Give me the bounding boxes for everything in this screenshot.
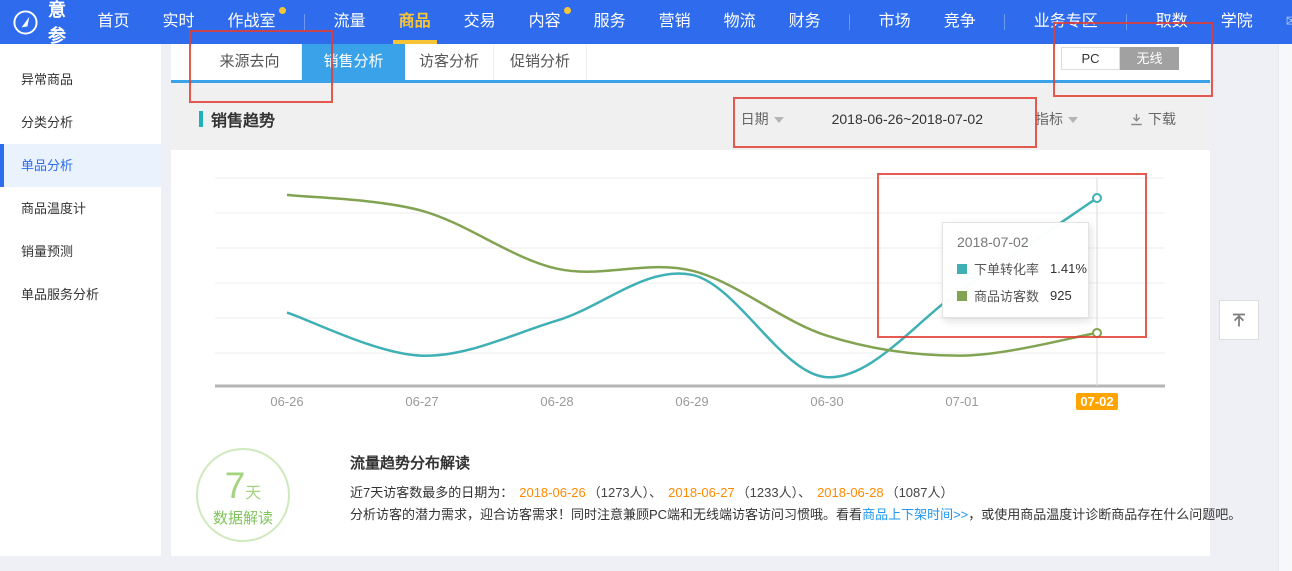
chart-header-band: 销售趋势 日期 2018-06-26~2018-07-02 指标 下载: [171, 83, 1210, 150]
tab-0[interactable]: 来源去向: [198, 44, 302, 80]
nav-menu: 首页实时作战室流量商品交易内容服务营销物流财务市场竞争业务专区取数学院✉消息: [81, 0, 1292, 44]
nav-item-7[interactable]: 内容: [512, 0, 577, 44]
sidebar-item-5[interactable]: 销量预测: [0, 230, 161, 273]
top-date-1[interactable]: 2018-06-27: [668, 485, 735, 500]
nav-item-16[interactable]: 业务专区: [1017, 0, 1114, 44]
nav-item-8[interactable]: 服务: [577, 0, 642, 44]
envelope-icon: ✉: [1286, 0, 1292, 44]
nav-item-19[interactable]: 学院: [1204, 0, 1269, 44]
tab-bar: 来源去向销售分析访客分析促销分析: [171, 44, 1210, 80]
x-tick-06-30[interactable]: 06-30: [792, 394, 862, 409]
nav-item-18[interactable]: 取数: [1139, 0, 1204, 44]
tooltip-date: 2018-07-02: [957, 234, 1074, 250]
date-range-value[interactable]: 2018-06-26~2018-07-02: [832, 111, 983, 127]
nav-item-14[interactable]: 竞争: [927, 0, 992, 44]
tab-1[interactable]: 销售分析: [302, 44, 405, 80]
toggle-wireless[interactable]: 无线: [1120, 47, 1179, 70]
active-nav-underline: [393, 40, 437, 44]
sidebar-item-2[interactable]: 分类分析: [0, 101, 161, 144]
nav-item-10[interactable]: 物流: [707, 0, 772, 44]
sidebar-item-6[interactable]: 单品服务分析: [0, 273, 161, 316]
notification-dot: [564, 7, 571, 14]
section-title-text: 销售趋势: [211, 107, 275, 131]
nav-item-13[interactable]: 市场: [862, 0, 927, 44]
back-to-top-button[interactable]: [1219, 300, 1259, 340]
nav-divider: [849, 14, 850, 30]
series-endpoint-1: [1093, 329, 1101, 337]
shelf-time-link[interactable]: 商品上下架时间>>: [862, 507, 968, 522]
nav-item-2[interactable]: 作战室: [211, 0, 292, 44]
arrow-to-top-icon: [1230, 311, 1248, 329]
section-title: 销售趋势: [199, 107, 275, 131]
x-tick-06-29[interactable]: 06-29: [657, 394, 727, 409]
nav-item-20[interactable]: ✉消息: [1269, 0, 1292, 44]
chevron-down-icon: [1068, 117, 1078, 123]
nav-item-4[interactable]: 流量: [317, 0, 382, 44]
top-nav: 生意参谋 首页实时作战室流量商品交易内容服务营销物流财务市场竞争业务专区取数学院…: [0, 0, 1292, 44]
tab-3[interactable]: 促销分析: [494, 44, 587, 80]
badge-number: 7: [225, 465, 246, 506]
legend-swatch: [957, 291, 967, 301]
nav-divider: [1126, 14, 1127, 30]
notification-dot: [279, 7, 286, 14]
insight-title: 流量趋势分布解读: [350, 452, 470, 473]
badge-subtitle: 数据解读: [198, 507, 288, 528]
download-icon: [1130, 113, 1143, 126]
nav-item-11[interactable]: 财务: [772, 0, 837, 44]
seven-day-badge: 7天 数据解读: [196, 448, 290, 542]
metric-dropdown[interactable]: 指标: [1035, 109, 1078, 129]
series-endpoint-0: [1093, 194, 1101, 202]
brand-name: 生意参谋: [48, 0, 67, 74]
tooltip-row-0: 下单转化率1.41%: [957, 259, 1074, 278]
insight-section: 7天 数据解读 流量趋势分布解读 近7天访客数最多的日期为：2018-06-26…: [171, 430, 1210, 556]
nav-item-9[interactable]: 营销: [642, 0, 707, 44]
top-date-2[interactable]: 2018-06-28: [817, 485, 884, 500]
main-content: 来源去向销售分析访客分析促销分析 PC无线 销售趋势 日期 2018-06-26…: [171, 44, 1210, 556]
compass-logo-icon: [12, 9, 39, 36]
x-tick-07-02[interactable]: 07-02: [1076, 393, 1118, 410]
sidebar-item-3[interactable]: 单品分析: [0, 144, 161, 187]
nav-divider: [1004, 14, 1005, 30]
badge-unit: 天: [245, 485, 261, 502]
business-advisor-app: 生意参谋 首页实时作战室流量商品交易内容服务营销物流财务市场竞争业务专区取数学院…: [0, 0, 1292, 571]
chart-tooltip: 2018-07-02 下单转化率1.41% 商品访客数925: [942, 222, 1089, 318]
nav-item-0[interactable]: 首页: [81, 0, 146, 44]
device-toggle: PC无线: [1061, 47, 1179, 70]
chevron-down-icon: [774, 117, 784, 123]
chart-controls: 日期 2018-06-26~2018-07-02 指标 下载: [741, 109, 1176, 129]
sales-trend-chart[interactable]: 06-26 06-27 06-28 06-29 06-30 07-01 07-02 2018…: [171, 150, 1210, 430]
sidebar: 商品排行异常商品分类分析单品分析商品温度计销量预测单品服务分析: [0, 44, 161, 556]
nav-item-1[interactable]: 实时: [146, 0, 211, 44]
sidebar-item-4[interactable]: 商品温度计: [0, 187, 161, 230]
tooltip-row-1: 商品访客数925: [957, 286, 1074, 305]
legend-swatch: [957, 264, 967, 274]
nav-item-6[interactable]: 交易: [447, 0, 512, 44]
x-tick-06-28[interactable]: 06-28: [522, 394, 592, 409]
date-dropdown[interactable]: 日期: [741, 109, 784, 129]
x-tick-06-27[interactable]: 06-27: [387, 394, 457, 409]
insight-line-2: 分析访客的潜力需求，迎合访客需求！同时注意兼顾PC端和无线端访客访问习惯哦。看看…: [350, 504, 1241, 523]
download-button[interactable]: 下载: [1130, 109, 1176, 129]
brand[interactable]: 生意参谋: [0, 0, 81, 74]
page-scrollbar[interactable]: [1278, 0, 1292, 571]
title-accent-bar: [199, 111, 203, 127]
nav-divider: [304, 14, 305, 30]
x-tick-06-26[interactable]: 06-26: [252, 394, 322, 409]
insight-line-1: 近7天访客数最多的日期为：2018-06-26（1273人）、2018-06-2…: [350, 482, 954, 501]
top-date-0[interactable]: 2018-06-26: [519, 485, 586, 500]
x-tick-07-01[interactable]: 07-01: [927, 394, 997, 409]
toggle-pc[interactable]: PC: [1061, 47, 1120, 70]
tab-2[interactable]: 访客分析: [405, 44, 494, 80]
nav-item-5[interactable]: 商品: [382, 0, 447, 44]
